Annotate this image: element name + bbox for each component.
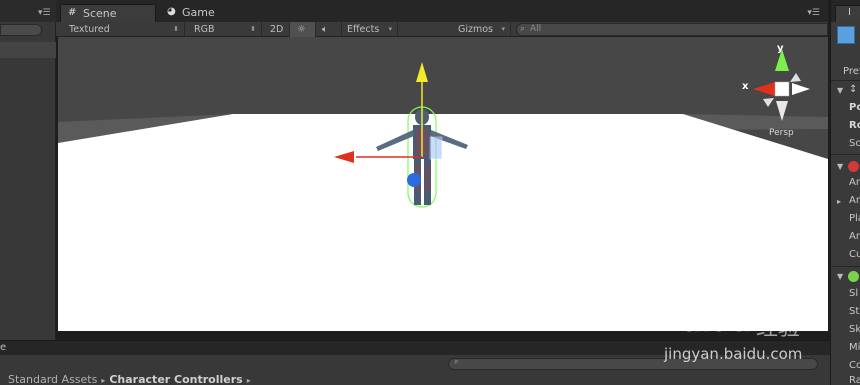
tab-game[interactable]: ◕ Game — [160, 4, 230, 22]
projection-label[interactable]: Persp — [769, 128, 794, 138]
inspector-divider — [831, 266, 860, 267]
chevron-right-icon: ▸ — [101, 376, 106, 385]
2d-label: 2D — [270, 24, 284, 35]
render-mode-dropdown[interactable]: RGB ⬍ — [186, 22, 262, 37]
scene-audio-toggle[interactable]: 🔈︎ — [316, 22, 342, 37]
inspector-item: An — [849, 195, 860, 206]
tab-inspector[interactable]: I — [835, 5, 860, 22]
watermark-cn: 经验 — [756, 316, 801, 341]
scene-menu-icon[interactable]: ▾☰ — [807, 8, 820, 18]
breadcrumb-item[interactable]: Standard Assets — [8, 373, 97, 385]
inspector-item: Sc — [849, 138, 860, 149]
foldout-arrow-icon[interactable]: ▼ — [837, 162, 843, 171]
foldout-arrow-icon[interactable]: ▼ — [837, 272, 843, 281]
inspector-item: Ra — [849, 375, 860, 385]
gizmos-label: Gizmos — [458, 24, 494, 35]
inspector-item: An — [849, 177, 860, 188]
breadcrumb: Standard Assets ▸ Character Controllers ▸ — [8, 373, 255, 385]
tab-scene-label: Scene — [83, 7, 117, 20]
scene-search-input[interactable]: ⌕ All — [516, 23, 828, 36]
chevron-down-icon: ▾ — [388, 25, 392, 33]
hierarchy-panel: ▾☰ — [0, 0, 56, 340]
orientation-neg-z-cone[interactable] — [763, 98, 774, 107]
orientation-x-cone[interactable] — [753, 82, 775, 96]
speaker-icon: 🔈︎ — [322, 24, 328, 35]
updown-arrow-icon: ⬍ — [173, 25, 179, 33]
tab-project-label[interactable]: e — [0, 342, 6, 353]
scene-lighting-toggle[interactable]: ☼ — [290, 22, 316, 37]
orientation-z-cone[interactable] — [790, 73, 801, 82]
hierarchy-search-input[interactable] — [0, 24, 42, 36]
animator-icon — [848, 161, 859, 172]
pacman-icon: ◕ — [167, 6, 176, 17]
scene-search-placeholder: All — [530, 24, 542, 34]
prefab-cube-icon — [837, 26, 855, 44]
leg-wire-right — [425, 165, 430, 191]
transform-icon: ↕ — [849, 84, 858, 95]
orientation-gizmo[interactable] — [753, 49, 810, 121]
foldout-arrow-icon[interactable]: ▼ — [837, 86, 843, 95]
sun-icon: ☼ — [297, 24, 306, 35]
grid-icon: # — [68, 7, 77, 18]
inspector-item: An — [849, 231, 860, 242]
inspector-panel: I Pref ▼ ↕ Po Ro Sc ▼ An An ▸ Pla An Cu … — [830, 0, 860, 385]
orientation-center-cube[interactable] — [774, 81, 790, 97]
draw-mode-dropdown[interactable]: Textured ⬍ — [61, 22, 185, 37]
render-mode-label: RGB — [194, 24, 215, 35]
effects-label: Effects — [347, 24, 380, 35]
inspector-item: Cu — [849, 249, 860, 260]
scene-render — [58, 49, 828, 331]
inspector-item: St — [849, 306, 860, 317]
updown-arrow-icon: ⬍ — [250, 25, 256, 33]
skinned-mesh-icon — [848, 271, 859, 282]
inspector-item: Sl — [849, 288, 859, 299]
inspector-item: Pla — [849, 213, 860, 224]
baidu-watermark: Baidu 经验 jingyan.baidu.com — [660, 292, 830, 372]
chevron-down-icon: ▾ — [501, 25, 505, 33]
tab-scene[interactable]: # Scene — [60, 4, 156, 22]
gizmo-y-arrow[interactable] — [416, 62, 428, 82]
inspector-item: Po — [849, 102, 860, 113]
inspector-divider — [831, 80, 860, 81]
inspector-item: Ro — [849, 120, 860, 131]
selection-box — [429, 136, 443, 160]
inspector-item: Sk — [849, 324, 860, 335]
search-icon: ⌕ — [520, 24, 526, 34]
2d-toggle-button[interactable]: 2D — [264, 22, 290, 37]
scene-viewport[interactable]: y x Persp — [58, 37, 828, 331]
foldout-arrow-icon[interactable]: ▸ — [837, 197, 841, 206]
panel-menu-icon[interactable]: ▾☰ — [38, 9, 51, 18]
scene-tab-bar: # Scene ◕ Game ▾☰ — [56, 0, 828, 22]
inspector-item: Mi — [849, 342, 860, 353]
gizmo-z-handle[interactable] — [407, 173, 421, 187]
breadcrumb-item[interactable]: Character Controllers — [109, 373, 242, 385]
chevron-right-icon: ▸ — [246, 376, 251, 385]
scene-toolbar: Textured ⬍ RGB ⬍ 2D ☼ 🔈︎ Effects ▾ Gizmo… — [56, 22, 828, 37]
inspector-item: Pref — [843, 66, 860, 77]
tab-game-label: Game — [182, 6, 215, 19]
tab-inspector-label: I — [848, 7, 851, 18]
draw-mode-label: Textured — [69, 24, 110, 35]
watermark-url: jingyan.baidu.com — [664, 345, 803, 363]
search-icon: ⌕ — [454, 357, 460, 367]
watermark-brand: Baidu — [660, 304, 752, 339]
hierarchy-row[interactable] — [0, 42, 56, 58]
orientation-x-label: x — [742, 81, 749, 92]
gizmos-dropdown[interactable]: Gizmos ▾ — [451, 22, 511, 37]
effects-dropdown[interactable]: Effects ▾ — [342, 22, 398, 37]
orientation-neg-x-cone[interactable] — [792, 83, 810, 95]
orientation-y-label: y — [777, 43, 784, 54]
inspector-item: Co — [849, 360, 860, 371]
inspector-divider — [831, 154, 860, 155]
